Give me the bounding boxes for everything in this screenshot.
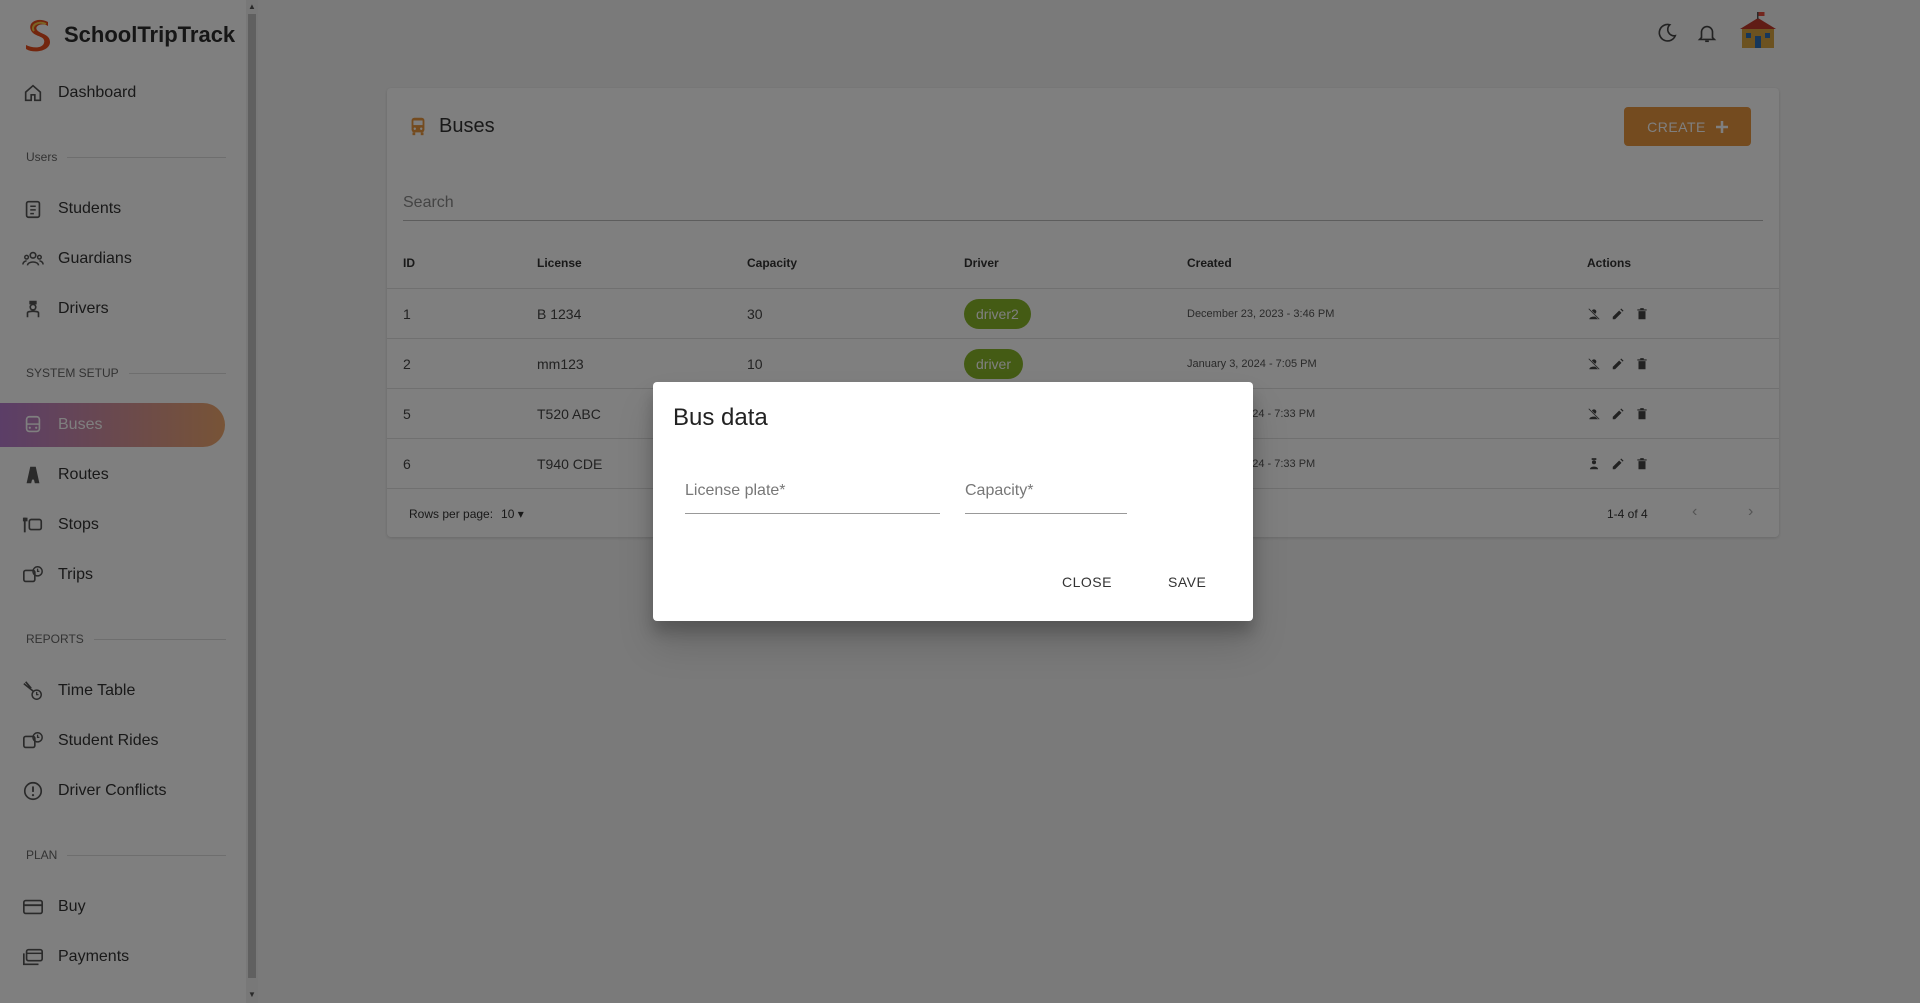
save-button[interactable]: SAVE [1168, 574, 1206, 590]
bus-data-dialog: Bus data License plate* Capacity* CLOSE … [653, 382, 1253, 621]
license-plate-placeholder: License plate* [685, 482, 786, 499]
dialog-title: Bus data [673, 404, 768, 431]
capacity-field[interactable]: Capacity* [965, 482, 1127, 514]
license-plate-field[interactable]: License plate* [685, 482, 940, 514]
capacity-placeholder: Capacity* [965, 482, 1034, 499]
close-button[interactable]: CLOSE [1062, 574, 1112, 590]
